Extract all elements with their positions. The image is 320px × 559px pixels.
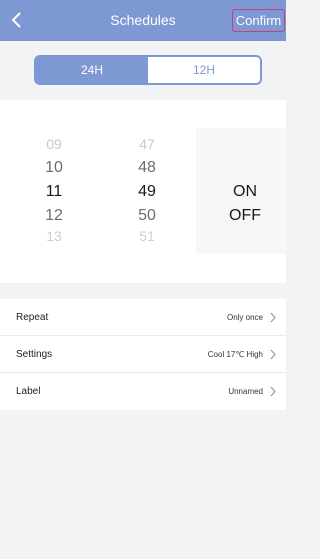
time-format-12h[interactable]: 12H xyxy=(148,57,260,83)
hour-option[interactable]: 09 xyxy=(24,136,84,152)
chevron-right-icon xyxy=(270,312,276,323)
hour-option[interactable]: 10 xyxy=(24,158,84,178)
minute-option[interactable]: 48 xyxy=(117,158,177,178)
label-row[interactable]: Label Unnamed xyxy=(0,373,286,410)
minute-wheel[interactable]: 47 48 49 50 51 xyxy=(117,100,177,283)
repeat-value: Only once xyxy=(226,313,263,322)
settings-row[interactable]: Settings Cool 17℃ High xyxy=(0,336,286,373)
settings-value: Cool 17℃ High xyxy=(207,350,263,359)
minute-option-selected[interactable]: 49 xyxy=(117,182,177,202)
chevron-right-icon xyxy=(270,349,276,360)
settings-list: Repeat Only once Settings Cool 17℃ High … xyxy=(0,299,286,410)
label-label: Label xyxy=(16,386,41,397)
time-format-section: 24H 12H xyxy=(0,41,286,100)
mode-option-on[interactable]: ON xyxy=(205,182,285,202)
repeat-label: Repeat xyxy=(16,312,49,323)
schedule-screen: Schedules Confirm 24H 12H 09 10 11 12 13… xyxy=(0,0,286,559)
time-format-24h[interactable]: 24H xyxy=(36,57,148,83)
header-bar: Schedules Confirm xyxy=(0,0,286,41)
hour-option[interactable]: 13 xyxy=(24,230,84,242)
mode-option-off[interactable]: OFF xyxy=(205,206,285,226)
minute-option[interactable]: 50 xyxy=(117,206,177,226)
time-picker: 09 10 11 12 13 47 48 49 50 51 ON OFF xyxy=(0,100,286,283)
minute-option[interactable]: 47 xyxy=(117,136,177,152)
time-format-toggle: 24H 12H xyxy=(34,55,262,85)
hour-option[interactable]: 12 xyxy=(24,206,84,226)
repeat-row[interactable]: Repeat Only once xyxy=(0,299,286,336)
hour-option-selected[interactable]: 11 xyxy=(24,182,84,202)
mode-wheel[interactable]: ON OFF xyxy=(205,100,285,283)
settings-label: Settings xyxy=(16,349,53,360)
minute-option[interactable]: 51 xyxy=(117,230,177,242)
hour-wheel[interactable]: 09 10 11 12 13 xyxy=(24,100,84,283)
label-value: Unnamed xyxy=(228,387,263,396)
chevron-right-icon xyxy=(270,386,276,397)
confirm-button[interactable]: Confirm xyxy=(232,9,285,32)
